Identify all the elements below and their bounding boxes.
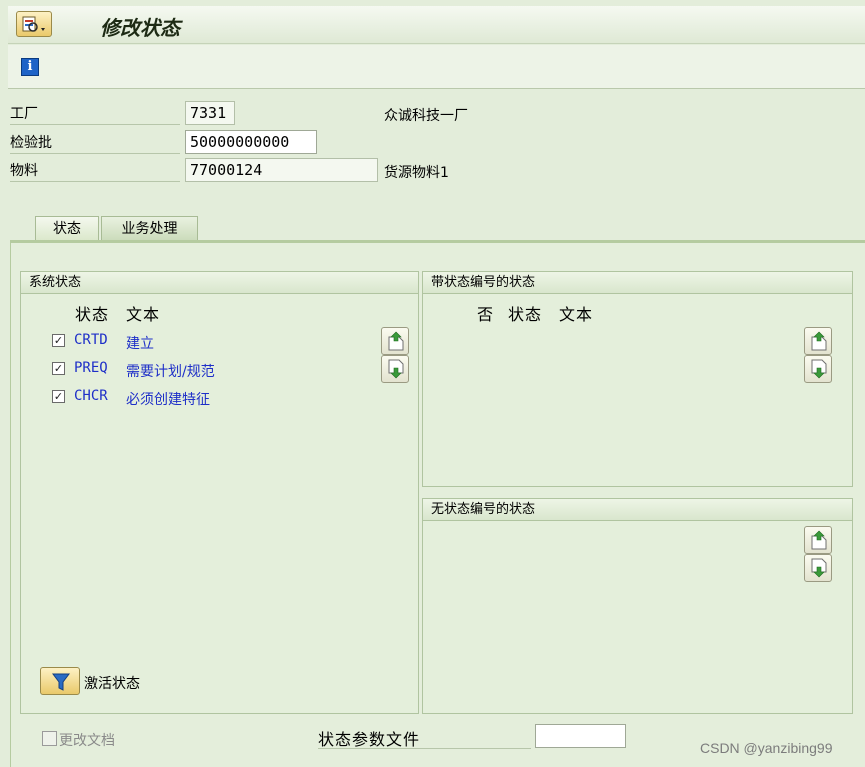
- material-field[interactable]: 77000124: [185, 158, 378, 182]
- system-status-move-down-button[interactable]: [381, 355, 409, 383]
- numbered-status-move-up-button[interactable]: [804, 327, 832, 355]
- status-profile-field[interactable]: [535, 724, 626, 748]
- plant-description: 众诚科技一厂: [384, 108, 468, 124]
- activate-status-label: 激活状态: [84, 676, 140, 692]
- toolbar: i: [8, 45, 865, 89]
- status-text: 需要计划/规范: [126, 364, 215, 380]
- move-up-icon: [811, 530, 827, 550]
- lot-label-row: 检验批: [10, 132, 180, 154]
- inspection-lot-field[interactable]: 50000000000: [185, 130, 317, 154]
- numbered-status-title: 带状态编号的状态: [423, 272, 852, 294]
- material-label: 物料: [10, 163, 38, 179]
- activate-status-button[interactable]: [40, 667, 80, 695]
- tab-business-process[interactable]: 业务处理: [101, 216, 198, 242]
- numbered-status-move-down-button[interactable]: [804, 355, 832, 383]
- status-profile-label: 状态参数文件: [318, 726, 531, 749]
- watermark: CSDN @yanzibing99: [700, 740, 833, 756]
- status-text: 建立: [126, 336, 154, 352]
- plant-field[interactable]: 7331: [185, 101, 235, 125]
- move-up-icon: [811, 331, 827, 351]
- move-down-icon: [388, 359, 404, 379]
- status-code[interactable]: CHCR: [74, 388, 108, 404]
- app-menu-icon: [22, 16, 45, 32]
- title-bar: 修改状态: [8, 6, 865, 44]
- move-down-icon: [811, 558, 827, 578]
- tab-business-process-label: 业务处理: [121, 221, 178, 237]
- move-up-icon: [388, 331, 404, 351]
- move-down-icon: [811, 359, 827, 379]
- system-status-move-up-button[interactable]: [381, 327, 409, 355]
- numbered-status-col-status: 状态: [508, 305, 543, 324]
- page-title: 修改状态: [100, 16, 180, 40]
- system-status-col-text: 文本: [126, 305, 161, 324]
- unnumbered-status-group: 无状态编号的状态: [422, 498, 853, 714]
- material-description: 货源物料1: [384, 165, 449, 181]
- unnumbered-status-move-up-button[interactable]: [804, 526, 832, 554]
- status-code[interactable]: CRTD: [74, 332, 108, 348]
- unnumbered-status-title: 无状态编号的状态: [423, 499, 852, 521]
- status-row-checkbox[interactable]: ✓: [52, 362, 65, 375]
- change-document-checkbox[interactable]: [42, 731, 57, 746]
- plant-label-row: 工厂: [10, 103, 180, 125]
- filter-icon: [52, 673, 70, 691]
- tab-status-label: 状态: [53, 221, 81, 237]
- inspection-lot-label: 检验批: [10, 135, 52, 151]
- status-code[interactable]: PREQ: [74, 360, 108, 376]
- unnumbered-status-move-down-button[interactable]: [804, 554, 832, 582]
- system-status-col-status: 状态: [75, 305, 110, 324]
- info-icon[interactable]: i: [21, 58, 39, 76]
- numbered-status-col-no: 否: [477, 305, 495, 324]
- change-document-label: 更改文档: [59, 733, 115, 749]
- tab-status[interactable]: 状态: [35, 216, 99, 242]
- app-menu-button[interactable]: [16, 11, 52, 37]
- status-row-checkbox[interactable]: ✓: [52, 390, 65, 403]
- numbered-status-col-text: 文本: [559, 305, 594, 324]
- system-status-title: 系统状态: [21, 272, 418, 294]
- status-row-checkbox[interactable]: ✓: [52, 334, 65, 347]
- material-label-row: 物料: [10, 160, 180, 182]
- plant-label: 工厂: [10, 106, 38, 122]
- status-text: 必须创建特征: [126, 392, 210, 408]
